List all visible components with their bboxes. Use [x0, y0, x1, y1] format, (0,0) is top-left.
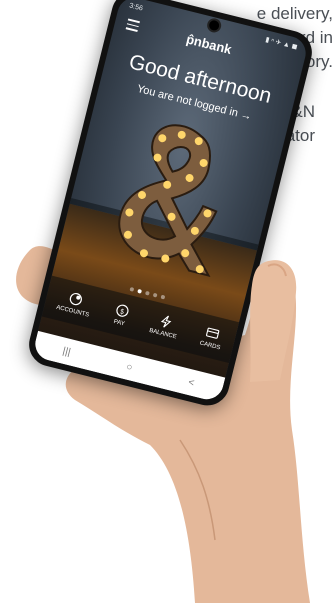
carousel-dot[interactable]	[152, 292, 158, 298]
back-button[interactable]: <	[187, 376, 195, 388]
carousel-dot[interactable]	[128, 286, 134, 292]
recent-apps-button[interactable]: |||	[62, 345, 72, 358]
nav-pay[interactable]: $ PAY	[112, 302, 131, 328]
bolt-icon	[160, 315, 172, 328]
home-button[interactable]: ○	[125, 361, 134, 373]
carousel-dot[interactable]	[144, 290, 150, 296]
nav-accounts-label: ACCOUNTS	[55, 304, 90, 319]
nav-cards-label: CARDS	[199, 339, 221, 351]
card-icon	[206, 327, 220, 339]
phone-screen: 3:56 ▮ ⁿ ✈ ▲ ◼ p̂nbank Good afternoon Yo…	[31, 0, 310, 403]
dollar-circle-icon: $	[116, 304, 129, 317]
nav-pay-label: PAY	[113, 318, 126, 328]
status-icons: ▮ ⁿ ✈ ▲ ◼	[264, 36, 299, 52]
nav-accounts[interactable]: ACCOUNTS	[56, 288, 94, 318]
smartphone: 3:56 ▮ ⁿ ✈ ▲ ◼ p̂nbank Good afternoon Yo…	[24, 0, 317, 411]
nav-balance-label: BALANCE	[148, 327, 178, 340]
nav-cards[interactable]: CARDS	[199, 323, 225, 351]
paragraph-line-1: e delivery,	[256, 4, 333, 23]
status-time: 3:56	[128, 1, 144, 13]
nav-balance[interactable]: BALANCE	[149, 311, 182, 340]
svg-text:$: $	[119, 307, 125, 316]
carousel-dot[interactable]	[160, 294, 165, 300]
carousel-dot-active[interactable]	[136, 288, 142, 294]
coins-icon	[69, 292, 82, 305]
